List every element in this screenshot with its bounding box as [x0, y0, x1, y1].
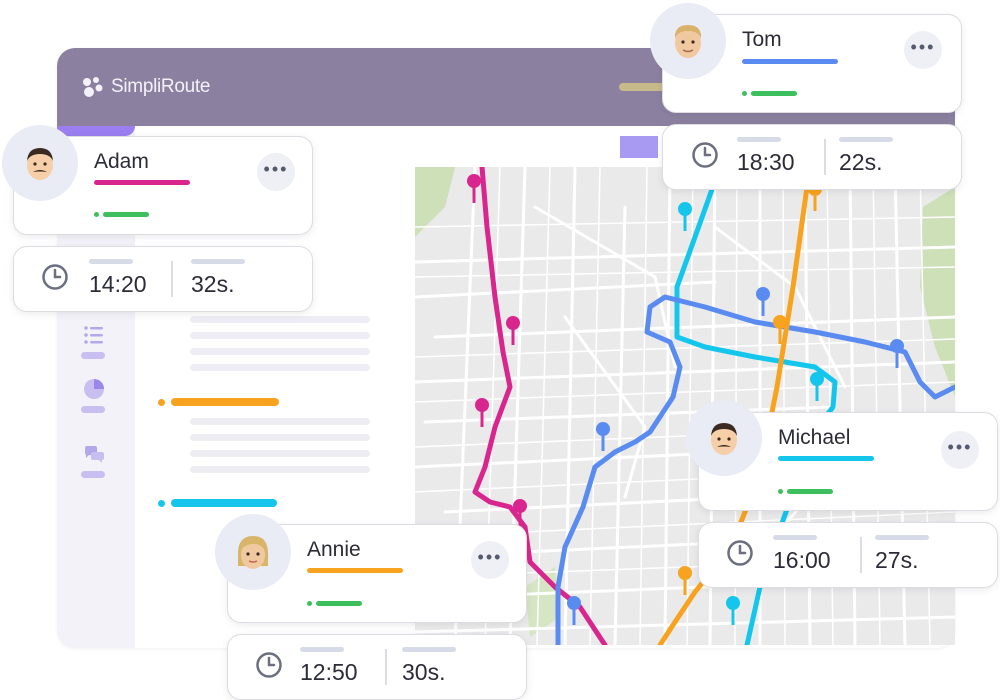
route-list-item-annie[interactable] [158, 398, 279, 406]
sidebar-item-label-bar [81, 471, 105, 478]
sidebar-item-messages[interactable] [81, 443, 107, 478]
clock-icon [256, 652, 282, 678]
agent-name: Michael [778, 426, 851, 449]
sidebar-item-label-bar [81, 352, 105, 359]
placeholder-line [190, 332, 370, 339]
avatar-michael [686, 400, 762, 476]
sidebar-active-indicator [57, 126, 135, 136]
status-dot [307, 601, 312, 606]
stop-duration: 27s. [875, 547, 919, 573]
man-avatar-icon [27, 148, 53, 180]
pie-chart-icon [84, 379, 104, 399]
placeholder-line [190, 450, 370, 457]
placeholder-line [190, 364, 370, 371]
ellipsis-icon: ••• [263, 159, 289, 179]
sidebar-item-list[interactable] [81, 324, 107, 359]
ellipsis-icon: ••• [477, 547, 503, 567]
ellipsis-icon: ••• [910, 37, 936, 57]
time-card-annie: 12:50 30s. [227, 634, 527, 700]
eta-time: 16:00 [773, 547, 831, 573]
more-options-button[interactable]: ••• [904, 31, 942, 69]
route-color-bar [171, 398, 279, 406]
eta-time: 18:30 [737, 149, 795, 175]
divider [824, 139, 826, 175]
sidebar-item-label-bar [81, 406, 105, 413]
route-color-bar [171, 499, 277, 507]
agent-name: Tom [742, 28, 782, 51]
route-list-item-michael[interactable] [158, 499, 277, 507]
route-color-underline [742, 59, 838, 64]
woman-avatar-icon [237, 536, 269, 569]
stop-duration: 22s. [839, 149, 883, 175]
duration-label-placeholder [875, 535, 929, 540]
list-icon [84, 326, 103, 344]
divider [860, 537, 862, 573]
avatar-annie [215, 514, 291, 590]
route-color-underline [778, 456, 874, 461]
time-label-placeholder [89, 259, 133, 264]
time-card-michael: 16:00 27s. [698, 522, 998, 588]
status-bar [103, 212, 149, 217]
map-tab-indicator [620, 136, 658, 158]
route-color-underline [307, 568, 403, 573]
more-options-button[interactable]: ••• [471, 541, 509, 579]
divider [171, 261, 173, 297]
duration-label-placeholder [191, 259, 245, 264]
ellipsis-icon: ••• [947, 437, 973, 457]
time-label-placeholder [737, 137, 781, 142]
more-options-button[interactable]: ••• [257, 153, 295, 191]
status-dot [742, 91, 747, 96]
simpliroute-logo-icon [83, 77, 103, 97]
status-dot [94, 212, 99, 217]
man-avatar-icon [711, 423, 737, 455]
route-color-underline [94, 180, 190, 185]
time-label-placeholder [773, 535, 817, 540]
divider [385, 649, 387, 685]
eta-time: 14:20 [89, 271, 147, 297]
avatar-tom [650, 3, 726, 79]
clock-icon [692, 142, 718, 168]
agent-name: Adam [94, 150, 149, 173]
chat-bubbles-icon [84, 446, 104, 463]
duration-label-placeholder [839, 137, 893, 142]
stop-duration: 30s. [402, 659, 446, 685]
route-color-dot [158, 499, 165, 507]
avatar-adam [2, 125, 78, 201]
placeholder-line [190, 418, 370, 425]
status-bar [316, 601, 362, 606]
logo: SimpliRoute [79, 74, 210, 100]
time-label-placeholder [300, 647, 344, 652]
route-color-dot [158, 398, 165, 406]
clock-icon [42, 264, 68, 290]
stop-duration: 32s. [191, 271, 235, 297]
clock-icon [727, 540, 753, 566]
time-card-tom: 18:30 22s. [662, 124, 962, 190]
man-avatar-icon [674, 25, 702, 58]
placeholder-line [190, 434, 370, 441]
brand-name: SimpliRoute [111, 76, 211, 97]
placeholder-line [190, 348, 370, 355]
placeholder-line [190, 466, 370, 473]
status-dot [778, 489, 783, 494]
eta-time: 12:50 [300, 659, 358, 685]
duration-label-placeholder [402, 647, 456, 652]
status-bar [787, 489, 833, 494]
placeholder-line [190, 316, 370, 323]
more-options-button[interactable]: ••• [941, 431, 979, 469]
time-card-adam: 14:20 32s. [13, 246, 313, 312]
sidebar-item-reports[interactable] [81, 378, 107, 413]
status-bar [751, 91, 797, 96]
agent-name: Annie [307, 538, 361, 561]
